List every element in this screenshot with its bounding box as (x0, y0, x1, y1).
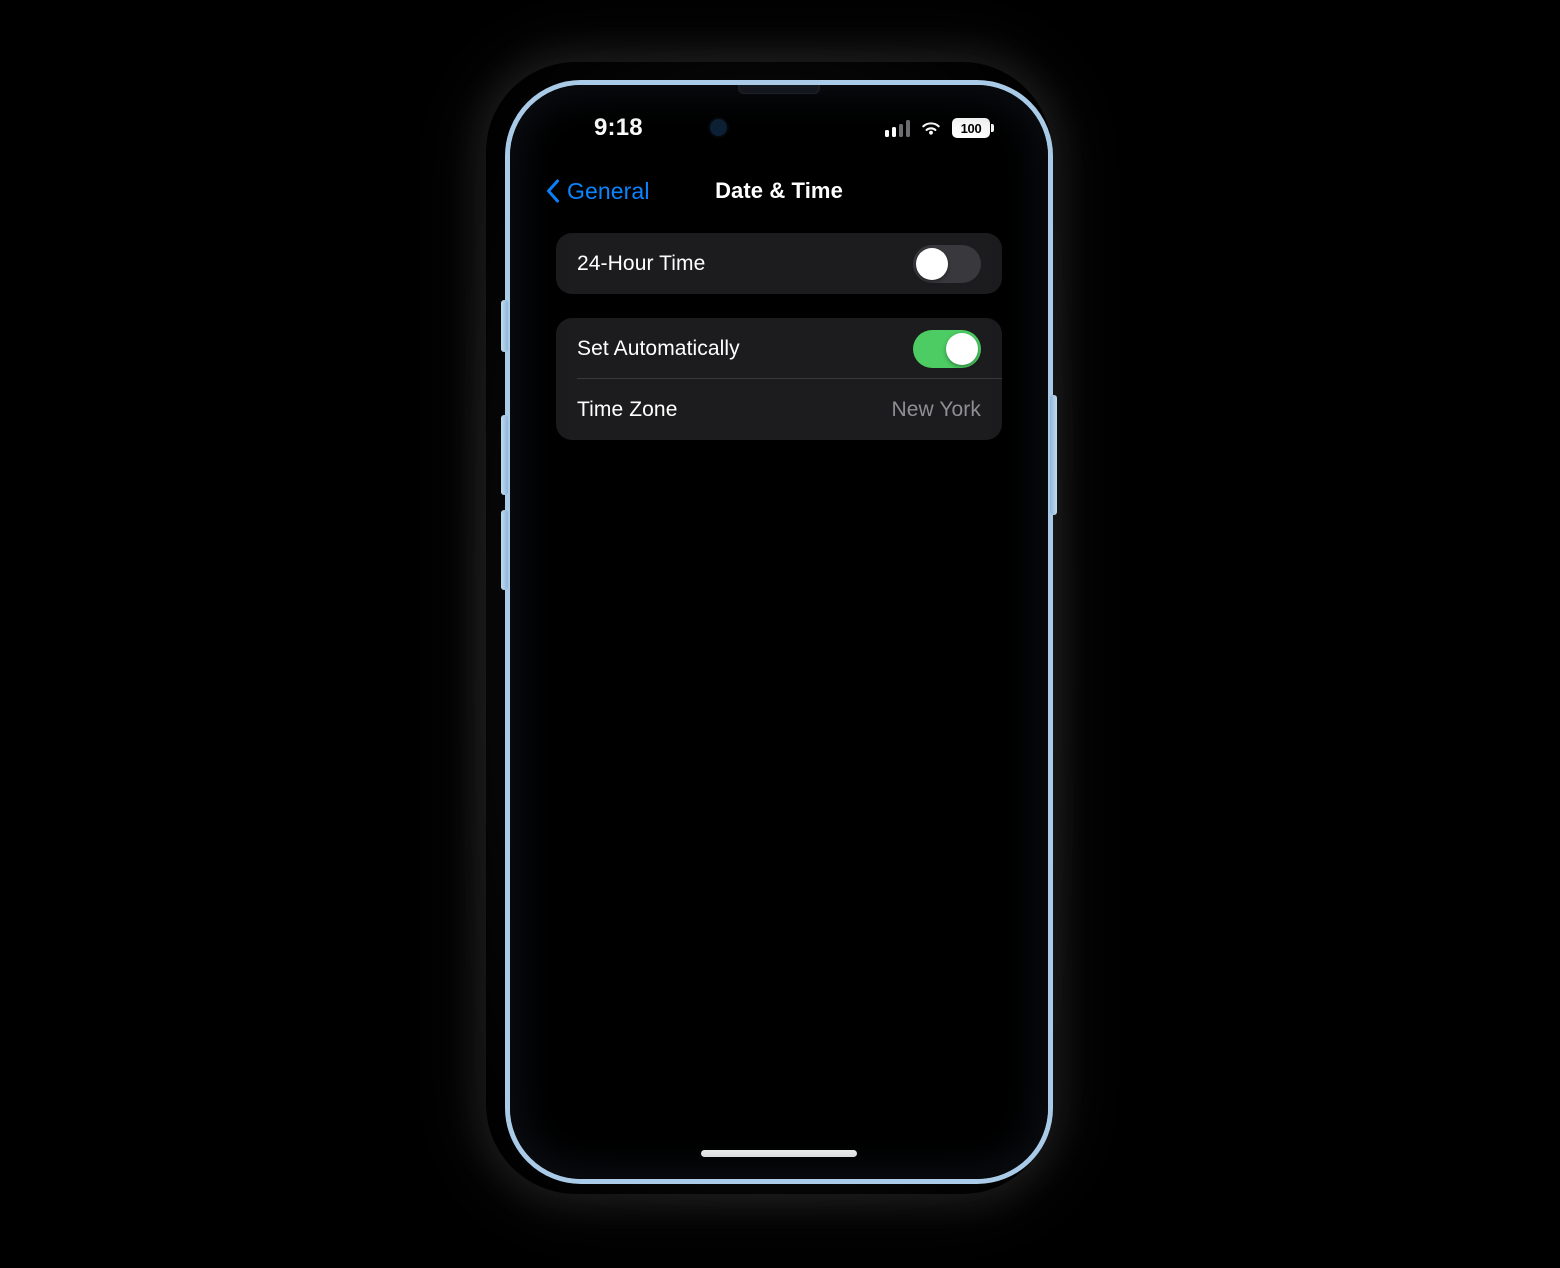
toggle-24-hour-time[interactable] (913, 244, 981, 283)
row-set-automatically[interactable]: Set Automatically (556, 318, 1002, 379)
battery-percent-label: 100 (960, 120, 982, 136)
row-time-zone-label: Time Zone (577, 397, 678, 421)
status-bar-indicators: 100 (884, 118, 994, 138)
row-24-hour-time-label: 24-Hour Time (577, 251, 706, 275)
toggle-set-automatically[interactable] (913, 329, 981, 368)
toggle-knob (916, 247, 948, 280)
iphone-device-frame: 9:18 100 General Date & Time 24-Hour Tim… (501, 80, 1057, 1184)
row-time-zone-value: New York (891, 397, 981, 421)
settings-list: 24-Hour Time Set Automatically Time Zone… (510, 233, 1048, 1179)
row-time-zone[interactable]: Time Zone New York (556, 379, 1002, 440)
volume-up-button[interactable] (501, 415, 508, 495)
home-indicator[interactable] (701, 1150, 857, 1157)
status-bar: 9:18 100 (510, 111, 1048, 145)
phone-screen: 9:18 100 General Date & Time 24-Hour Tim… (510, 85, 1048, 1179)
row-set-automatically-label: Set Automatically (577, 336, 740, 360)
settings-group-time-format: 24-Hour Time (556, 233, 1002, 294)
cellular-signal-icon (884, 119, 910, 137)
power-button[interactable] (1050, 395, 1057, 515)
screenshot-canvas: 9:18 100 General Date & Time 24-Hour Tim… (0, 0, 1560, 1268)
battery-icon: 100 (952, 118, 994, 138)
volume-down-button[interactable] (501, 510, 508, 590)
back-button[interactable]: General (546, 178, 650, 205)
wifi-icon (919, 119, 943, 137)
action-button[interactable] (501, 300, 508, 352)
settings-group-time-zone: Set Automatically Time Zone New York (556, 318, 1002, 440)
back-button-label: General (567, 177, 650, 204)
earpiece-speaker-icon (738, 85, 820, 94)
navigation-bar: General Date & Time (510, 167, 1048, 215)
toggle-knob (946, 332, 978, 365)
battery-nub-icon (991, 124, 994, 132)
chevron-left-icon (546, 179, 560, 203)
row-24-hour-time[interactable]: 24-Hour Time (556, 233, 1002, 294)
status-bar-clock: 9:18 (594, 114, 643, 141)
